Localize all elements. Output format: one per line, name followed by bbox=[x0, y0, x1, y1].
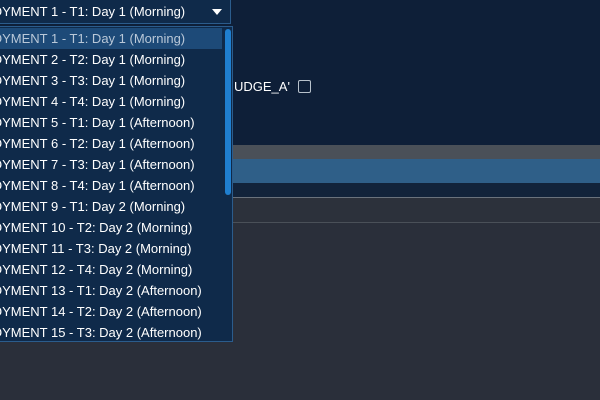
dropdown-option-label: OYMENT 4 - T4: Day 1 (Morning) bbox=[0, 94, 186, 109]
deployment-dropdown-list[interactable]: OYMENT 1 - T1: Day 1 (Morning) OYMENT 2 -… bbox=[0, 26, 233, 342]
dropdown-option-label: OYMENT 11 - T3: Day 2 (Morning) bbox=[0, 241, 192, 256]
dropdown-option-label: OYMENT 15 - T3: Day 2 (Afternoon) bbox=[0, 325, 202, 340]
dropdown-option[interactable]: OYMENT 7 - T3: Day 1 (Afternoon) bbox=[0, 154, 222, 175]
dropdown-option[interactable]: OYMENT 11 - T3: Day 2 (Morning) bbox=[0, 238, 222, 259]
dropdown-option-label: OYMENT 14 - T2: Day 2 (Afternoon) bbox=[0, 304, 202, 319]
dropdown-option[interactable]: OYMENT 8 - T4: Day 1 (Afternoon) bbox=[0, 175, 222, 196]
dropdown-option-label: OYMENT 6 - T2: Day 1 (Afternoon) bbox=[0, 136, 195, 151]
option-checkbox[interactable] bbox=[298, 80, 311, 93]
checkbox-label: UDGE_A' bbox=[234, 79, 290, 94]
dropdown-option[interactable]: OYMENT 1 - T1: Day 1 (Morning) bbox=[0, 28, 222, 49]
dropdown-option[interactable]: OYMENT 14 - T2: Day 2 (Afternoon) bbox=[0, 301, 222, 322]
dropdown-option[interactable]: OYMENT 15 - T3: Day 2 (Afternoon) bbox=[0, 322, 222, 341]
dropdown-option[interactable]: OYMENT 13 - T1: Day 2 (Afternoon) bbox=[0, 280, 222, 301]
dropdown-option[interactable]: OYMENT 6 - T2: Day 1 (Afternoon) bbox=[0, 133, 222, 154]
dropdown-option[interactable]: OYMENT 3 - T3: Day 1 (Morning) bbox=[0, 70, 222, 91]
dropdown-option-label: OYMENT 10 - T2: Day 2 (Morning) bbox=[0, 220, 193, 235]
dropdown-option-label: OYMENT 8 - T4: Day 1 (Afternoon) bbox=[0, 178, 195, 193]
dropdown-option-label: OYMENT 12 - T4: Day 2 (Morning) bbox=[0, 262, 193, 277]
dropdown-option[interactable]: OYMENT 10 - T2: Day 2 (Morning) bbox=[0, 217, 222, 238]
dropdown-option[interactable]: OYMENT 2 - T2: Day 1 (Morning) bbox=[0, 49, 222, 70]
select-value: OYMENT 1 - T1: Day 1 (Morning) bbox=[0, 4, 186, 19]
dropdown-option[interactable]: OYMENT 5 - T1: Day 1 (Afternoon) bbox=[0, 112, 222, 133]
dropdown-option[interactable]: OYMENT 4 - T4: Day 1 (Morning) bbox=[0, 91, 222, 112]
chevron-down-icon[interactable] bbox=[212, 9, 222, 15]
dropdown-scrollbar-thumb[interactable] bbox=[225, 29, 231, 195]
dropdown-scrollbar-track[interactable] bbox=[224, 27, 232, 341]
dropdown-option-label: OYMENT 3 - T3: Day 1 (Morning) bbox=[0, 73, 186, 88]
dropdown-option-label: OYMENT 5 - T1: Day 1 (Afternoon) bbox=[0, 115, 195, 130]
deployment-select[interactable]: OYMENT 1 - T1: Day 1 (Morning) bbox=[0, 0, 231, 24]
dropdown-option-label: OYMENT 7 - T3: Day 1 (Afternoon) bbox=[0, 157, 195, 172]
dropdown-option-label: OYMENT 2 - T2: Day 1 (Morning) bbox=[0, 52, 186, 67]
dropdown-option[interactable]: OYMENT 9 - T1: Day 2 (Morning) bbox=[0, 196, 222, 217]
dropdown-option-label: OYMENT 13 - T1: Day 2 (Afternoon) bbox=[0, 283, 202, 298]
dropdown-option-label: OYMENT 9 - T1: Day 2 (Morning) bbox=[0, 199, 186, 214]
dropdown-option-label: OYMENT 1 - T1: Day 1 (Morning) bbox=[0, 31, 186, 46]
dropdown-option[interactable]: OYMENT 12 - T4: Day 2 (Morning) bbox=[0, 259, 222, 280]
